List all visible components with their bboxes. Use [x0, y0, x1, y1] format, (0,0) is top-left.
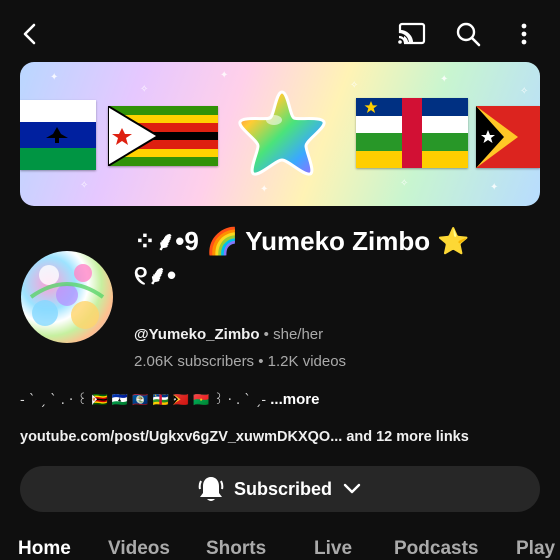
more-links[interactable]: and 12 more links: [346, 429, 469, 445]
channel-name: Yumeko Zimbo: [245, 226, 431, 256]
search-button[interactable]: [448, 14, 488, 54]
subscriber-count: 2.06K subscribers: [134, 353, 255, 370]
search-icon: [456, 22, 481, 47]
more-link[interactable]: ...more: [270, 391, 319, 408]
bell-icon: [198, 477, 224, 501]
top-bar: [0, 0, 560, 64]
star-icon: ⭐: [437, 226, 470, 256]
more-options-button[interactable]: [504, 14, 544, 54]
tab-live[interactable]: Live: [314, 538, 352, 560]
tab-shorts[interactable]: Shorts: [206, 538, 266, 560]
pronouns: she/her: [273, 326, 324, 343]
channel-links: youtube.com/post/Ugkxv6gZV_xuwmDKXQO... …: [20, 429, 469, 445]
tab-play[interactable]: Play: [516, 538, 555, 560]
channel-title: ⁘⸙•9 🌈 Yumeko Zimbo ⭐ ୧⸙•: [134, 224, 544, 292]
separator-dot: •: [258, 353, 264, 370]
cast-icon: [398, 22, 426, 45]
avatar-art-icon: [29, 264, 105, 329]
more-vertical-icon: [521, 23, 527, 45]
back-button[interactable]: [10, 14, 50, 54]
channel-avatar[interactable]: [21, 251, 113, 343]
east-timor-flag-icon: [476, 106, 540, 168]
tab-podcasts[interactable]: Podcasts: [394, 538, 478, 560]
tab-videos[interactable]: Videos: [108, 538, 170, 560]
cast-button[interactable]: [392, 14, 432, 54]
channel-stats: 2.06K subscribers • 1.2K videos: [134, 353, 346, 370]
channel-tabs: Home Videos Shorts Live Podcasts Play: [18, 538, 560, 560]
title-decoration-line2: ୧⸙•: [134, 260, 177, 290]
subscribed-button[interactable]: Subscribed: [20, 466, 540, 512]
zimbabwe-flag-icon: [108, 106, 218, 166]
channel-handle-row: @Yumeko_Zimbo • she/her: [134, 326, 323, 343]
channel-description[interactable]: - ˋ ˏ ˋ . · ꒰ 🇿🇼 🇱🇸 🇧🇿 🇨🇫 🇹🇱 🇧🇫 ꒱ · . ˋ …: [20, 391, 319, 408]
description-text: - ˋ ˏ ˋ . · ꒰ 🇿🇼 🇱🇸 🇧🇿 🇨🇫 🇹🇱 🇧🇫 ꒱ · . ˋ …: [20, 393, 267, 408]
chevron-left-icon: [23, 23, 36, 45]
video-count: 1.2K videos: [267, 353, 347, 370]
channel-handle: @Yumeko_Zimbo: [134, 326, 260, 343]
title-decoration: ⁘⸙•9 🌈: [134, 226, 239, 256]
channel-banner: ✦ ✧ ✦ ✧ ✦ ✧ ✧ ✦ ✧ ✦: [20, 62, 540, 206]
lesotho-flag-icon: [20, 100, 96, 170]
subscribed-label: Subscribed: [233, 478, 333, 499]
separator-dot: •: [263, 326, 269, 343]
tab-home[interactable]: Home: [18, 538, 71, 560]
rainbow-star-icon: [238, 90, 326, 176]
central-african-republic-flag-icon: [356, 98, 468, 168]
chevron-down-icon: [343, 483, 361, 494]
channel-link[interactable]: youtube.com/post/Ugkxv6gZV_xuwmDKXQO...: [20, 429, 342, 445]
